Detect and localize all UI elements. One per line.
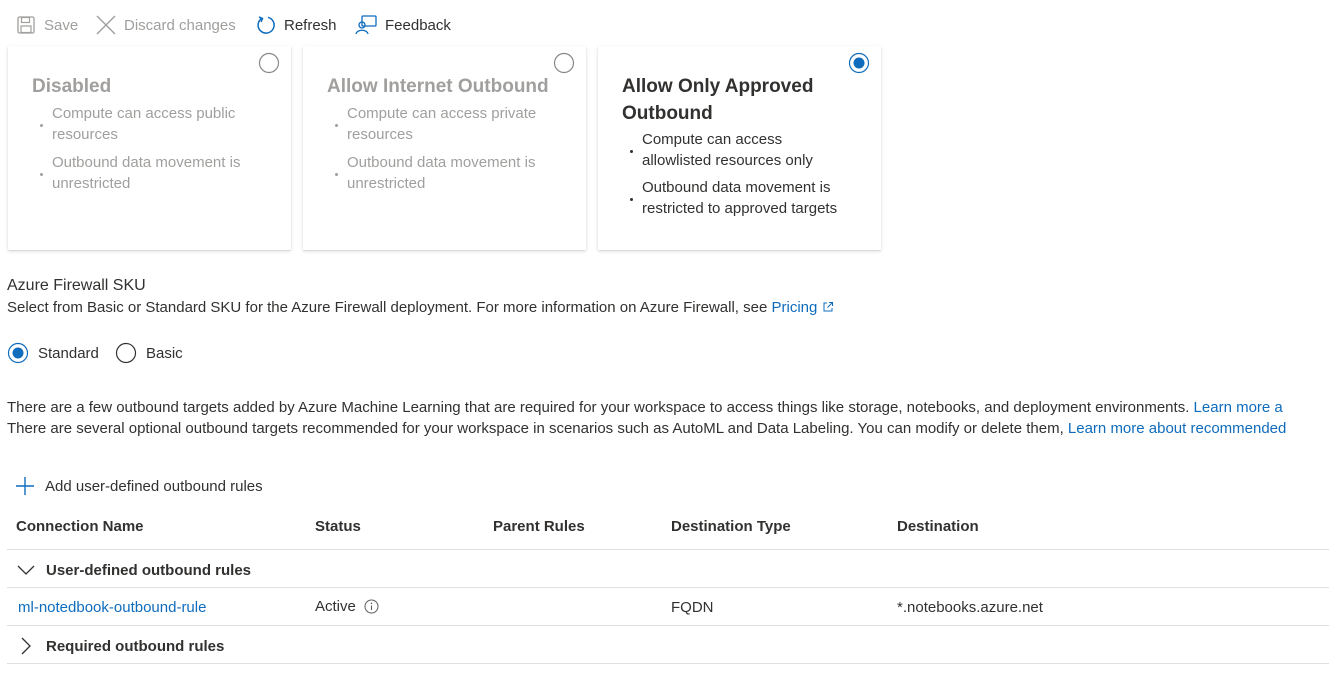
divider bbox=[7, 587, 1329, 588]
feedback-button[interactable]: Feedback bbox=[355, 12, 451, 38]
chevron-down-icon[interactable] bbox=[16, 560, 36, 580]
card-bullets: Compute can access public resources Outb… bbox=[32, 103, 262, 201]
pricing-link[interactable]: Pricing bbox=[772, 299, 834, 316]
info-icon[interactable] bbox=[364, 599, 379, 614]
feedback-label: Feedback bbox=[385, 16, 451, 34]
card-bullets: Compute can access private resources Out… bbox=[327, 103, 557, 201]
external-link-icon bbox=[823, 302, 833, 312]
outbound-mode-card-allow-internet[interactable]: Allow Internet Outbound Compute can acce… bbox=[303, 46, 586, 250]
radio-unselected-icon[interactable] bbox=[115, 342, 137, 364]
divider bbox=[7, 663, 1329, 664]
refresh-button[interactable]: Refresh bbox=[256, 12, 337, 38]
card-title: Allow Only Approved Outbound bbox=[622, 76, 814, 124]
divider bbox=[7, 625, 1329, 626]
learn-more-required-link[interactable]: Learn more a bbox=[1194, 399, 1283, 416]
sku-description: Select from Basic or Standard SKU for th… bbox=[7, 299, 834, 316]
destination-cell: *.notebooks.azure.net bbox=[897, 599, 1043, 616]
plus-icon bbox=[16, 477, 34, 495]
chevron-right-icon[interactable] bbox=[16, 636, 36, 656]
card-bullet: Compute can access allowlisted resources… bbox=[622, 129, 852, 171]
card-bullet: Outbound data movement is unrestricted bbox=[32, 152, 262, 194]
save-button[interactable]: Save bbox=[16, 12, 78, 38]
sku-section-title: Azure Firewall SKU bbox=[7, 277, 146, 294]
group-label: User-defined outbound rules bbox=[46, 561, 252, 579]
discard-label: Discard changes bbox=[124, 16, 236, 34]
refresh-label: Refresh bbox=[284, 16, 337, 34]
status-cell: Active bbox=[315, 598, 379, 615]
divider bbox=[7, 549, 1329, 550]
radio-label-basic: Basic bbox=[146, 344, 183, 362]
column-header-status[interactable]: Status bbox=[315, 518, 361, 535]
save-icon bbox=[17, 16, 35, 34]
radio-unselected-icon[interactable] bbox=[553, 52, 575, 74]
group-header-user-defined[interactable]: User-defined outbound rules bbox=[16, 559, 251, 581]
outbound-mode-card-allow-approved[interactable]: Allow Only Approved Outbound Compute can… bbox=[598, 46, 881, 250]
column-header-parent-rules[interactable]: Parent Rules bbox=[493, 518, 585, 535]
add-outbound-rule-label: Add user-defined outbound rules bbox=[45, 477, 263, 495]
close-icon bbox=[96, 15, 116, 35]
card-bullet: Compute can access private resources bbox=[327, 103, 557, 145]
card-bullet: Outbound data movement is restricted to … bbox=[622, 177, 852, 219]
radio-label-standard: Standard bbox=[38, 344, 99, 362]
info-text: There are a few outbound targets added b… bbox=[7, 399, 1190, 416]
group-label: Required outbound rules bbox=[46, 637, 225, 655]
status-text: Active bbox=[315, 598, 356, 615]
card-bullet: Compute can access public resources bbox=[32, 103, 262, 145]
card-bullet: Outbound data movement is unrestricted bbox=[327, 152, 557, 194]
group-header-required[interactable]: Required outbound rules bbox=[16, 635, 224, 657]
required-targets-info: There are a few outbound targets added b… bbox=[7, 399, 1283, 416]
radio-selected-icon[interactable] bbox=[7, 342, 29, 364]
destination-type-cell: FQDN bbox=[671, 599, 714, 616]
info-text: There are several optional outbound targ… bbox=[7, 420, 1064, 437]
pricing-link-label: Pricing bbox=[771, 299, 818, 316]
sku-radio-standard[interactable]: Standard bbox=[7, 341, 99, 365]
refresh-icon bbox=[257, 16, 275, 34]
card-title: Disabled bbox=[32, 76, 112, 97]
connection-name-link[interactable]: ml-notedbook-outbound-rule bbox=[18, 599, 206, 616]
radio-unselected-icon[interactable] bbox=[258, 52, 280, 74]
sku-description-text: Select from Basic or Standard SKU for th… bbox=[7, 299, 768, 316]
add-outbound-rule-button[interactable]: Add user-defined outbound rules bbox=[15, 475, 263, 497]
outbound-mode-card-disabled[interactable]: Disabled Compute can access public resou… bbox=[8, 46, 291, 250]
card-title: Allow Internet Outbound bbox=[327, 76, 549, 97]
column-header-connection-name[interactable]: Connection Name bbox=[16, 518, 144, 535]
learn-more-recommended-link[interactable]: Learn more about recommended bbox=[1068, 420, 1286, 437]
recommended-targets-info: There are several optional outbound targ… bbox=[7, 420, 1286, 437]
feedback-icon bbox=[355, 15, 377, 35]
radio-selected-icon[interactable] bbox=[848, 52, 870, 74]
card-bullets: Compute can access allowlisted resources… bbox=[622, 129, 852, 226]
column-header-destination-type[interactable]: Destination Type bbox=[671, 518, 791, 535]
save-label: Save bbox=[44, 16, 79, 34]
discard-changes-button[interactable]: Discard changes bbox=[96, 12, 236, 38]
column-header-destination[interactable]: Destination bbox=[897, 518, 979, 535]
sku-radio-basic[interactable]: Basic bbox=[115, 341, 183, 365]
